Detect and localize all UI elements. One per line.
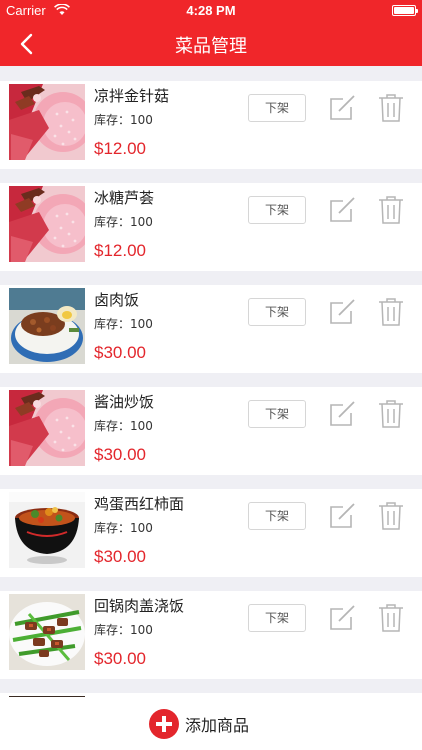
dish-image <box>9 288 85 364</box>
dish-name: 卤肉饭 <box>94 291 140 309</box>
dish-stock: 库存：100 <box>94 419 153 433</box>
status-time: 4:28 PM <box>186 3 236 18</box>
dish-price: $30.00 <box>94 343 146 362</box>
dish-image <box>9 390 85 466</box>
delist-button[interactable]: 下架 <box>248 400 306 428</box>
add-dish-label: 添加商品 <box>185 716 250 735</box>
bottom-bar: 添加商品 <box>0 697 422 750</box>
dish-name: 冰糖芦荟 <box>94 189 155 207</box>
dish-stock: 库存：100 <box>94 215 153 229</box>
dish-price: $12.00 <box>94 139 146 158</box>
list-item[interactable]: 冰糖芦荟 库存：100 $12.00 下架 <box>0 183 422 271</box>
dish-stock: 库存：100 <box>94 113 153 127</box>
dish-stock: 库存：100 <box>94 623 153 637</box>
list-item[interactable]: 酱油炒饭 库存：100 $30.00 下架 <box>0 387 422 475</box>
dish-name: 酱油炒饭 <box>94 393 155 411</box>
list-item[interactable]: 卤肉饭 库存：100 $30.00 下架 <box>0 285 422 373</box>
dish-image <box>9 186 85 262</box>
dish-price: $30.00 <box>94 445 146 464</box>
dish-name: 回锅肉盖浇饭 <box>94 597 185 615</box>
plus-circle-icon <box>149 709 179 739</box>
list-item[interactable]: 回锅肉盖浇饭 库存：100 $30.00 下架 <box>0 591 422 679</box>
delist-button[interactable]: 下架 <box>248 604 306 632</box>
dish-name: 凉拌金针菇 <box>94 87 170 105</box>
edit-icon[interactable] <box>329 196 356 223</box>
battery-icon <box>392 5 418 16</box>
dish-list[interactable]: 凉拌金针菇 库存：100 $12.00 下架 冰糖芦荟 库存：100 $12.0… <box>0 81 422 697</box>
page-title: 菜品管理 <box>175 36 247 57</box>
trash-icon[interactable] <box>378 195 404 225</box>
dish-stock: 库存：100 <box>94 521 153 535</box>
trash-icon[interactable] <box>378 399 404 429</box>
edit-icon[interactable] <box>329 502 356 529</box>
edit-icon[interactable] <box>329 298 356 325</box>
delist-button[interactable]: 下架 <box>248 94 306 122</box>
list-item[interactable]: 凉拌金针菇 库存：100 $12.00 下架 <box>0 81 422 169</box>
dish-price: $30.00 <box>94 649 146 668</box>
edit-icon[interactable] <box>329 94 356 121</box>
status-bar: Carrier 4:28 PM <box>0 0 422 22</box>
trash-icon[interactable] <box>378 501 404 531</box>
delist-button[interactable]: 下架 <box>248 502 306 530</box>
delist-button[interactable]: 下架 <box>248 298 306 326</box>
add-dish-button[interactable]: 添加商品 <box>149 709 249 739</box>
edit-icon[interactable] <box>329 604 356 631</box>
nav-bar: 菜品管理 <box>0 22 422 66</box>
dish-stock: 库存：100 <box>94 317 153 331</box>
trash-icon[interactable] <box>378 603 404 633</box>
dish-price: $12.00 <box>94 241 146 260</box>
trash-icon[interactable] <box>378 93 404 123</box>
edit-icon[interactable] <box>329 400 356 427</box>
delist-button[interactable]: 下架 <box>248 196 306 224</box>
dish-name: 鸡蛋西红柿面 <box>94 495 185 513</box>
dish-price: $30.00 <box>94 547 146 566</box>
dish-image <box>9 492 85 568</box>
dish-image <box>9 594 85 670</box>
trash-icon[interactable] <box>378 297 404 327</box>
dish-image <box>9 84 85 160</box>
list-item[interactable]: 鸡蛋西红柿面 库存：100 $30.00 下架 <box>0 489 422 577</box>
